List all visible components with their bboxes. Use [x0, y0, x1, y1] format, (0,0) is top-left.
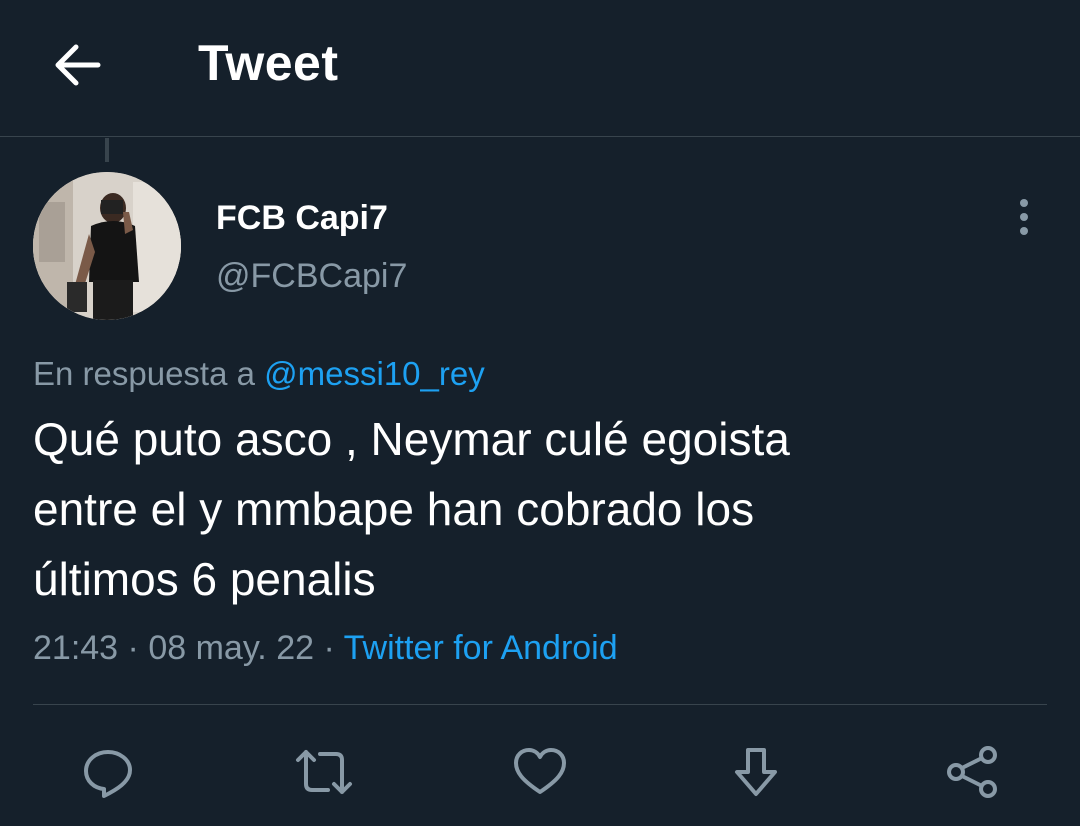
arrow-left-icon: [52, 43, 102, 87]
more-vertical-icon: [1018, 197, 1030, 237]
tweet-text: Qué puto asco , Neymar culé egoista entr…: [33, 413, 790, 605]
tweet-date: 08 may. 22: [148, 629, 315, 667]
tweet-actions-bar: [0, 740, 1080, 804]
more-options-button[interactable]: [1004, 196, 1044, 238]
heart-icon: [512, 744, 568, 800]
top-bar: Tweet: [0, 0, 1080, 137]
meta-separator: ·: [127, 629, 139, 667]
download-arrow-icon: [731, 744, 781, 800]
like-button[interactable]: [508, 740, 572, 804]
reply-context: En respuesta a @messi10_rey: [33, 354, 485, 394]
reply-icon: [80, 744, 136, 800]
tweet-source-link[interactable]: Twitter for Android: [344, 629, 618, 667]
share-button[interactable]: [940, 740, 1004, 804]
reply-button[interactable]: [76, 740, 140, 804]
back-button[interactable]: [48, 38, 106, 92]
author-handle[interactable]: @FCBCapi7: [216, 256, 407, 296]
page-title: Tweet: [198, 35, 339, 91]
reply-prefix: En respuesta a: [33, 355, 255, 392]
tweet-metadata: 21:43 · 08 may. 22 · Twitter for Android: [33, 628, 618, 668]
thread-connector: [105, 138, 109, 162]
retweet-button[interactable]: [292, 740, 356, 804]
meta-separator: ·: [323, 629, 335, 667]
retweet-icon: [294, 744, 354, 800]
tweet-time: 21:43: [33, 629, 119, 667]
reply-mention-link[interactable]: @messi10_rey: [264, 355, 485, 392]
bookmark-button[interactable]: [724, 740, 788, 804]
divider: [33, 704, 1047, 705]
share-icon: [944, 744, 1000, 800]
avatar[interactable]: [33, 172, 181, 320]
tweet-detail-screen: Tweet FCB Capi7 @FCBCapi7 En respuesta a…: [0, 0, 1080, 826]
author-name[interactable]: FCB Capi7: [216, 198, 388, 238]
